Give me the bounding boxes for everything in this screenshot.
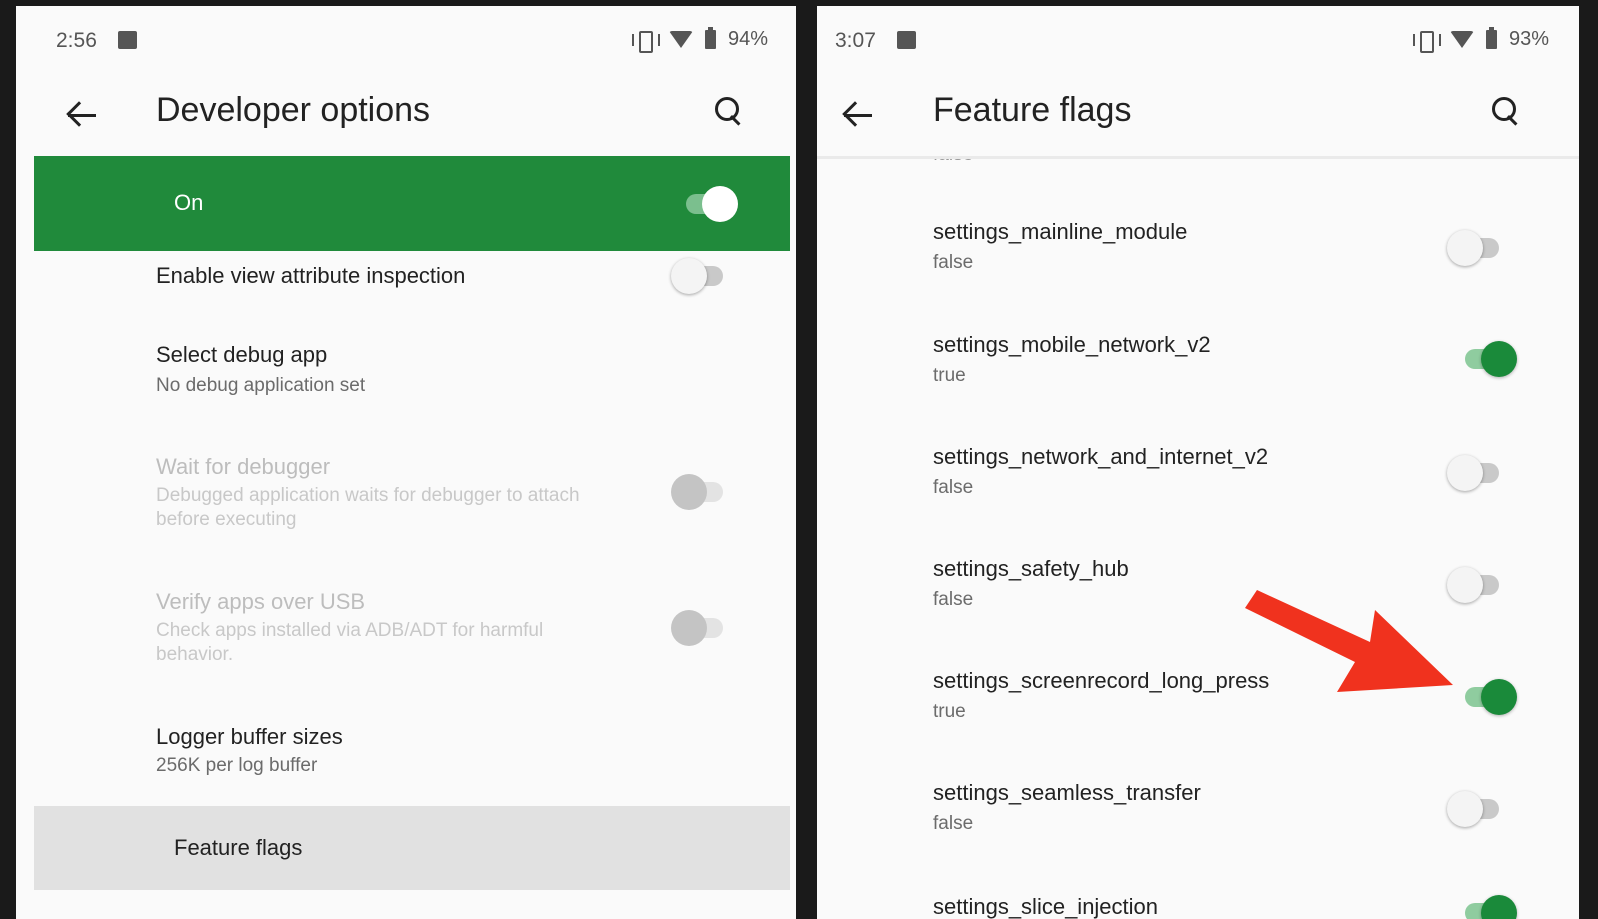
flag-toggle[interactable]	[1461, 894, 1517, 919]
status-time: 2:56	[56, 29, 97, 52]
item-title: Logger buffer sizes	[156, 724, 343, 749]
master-switch-label: On	[174, 190, 204, 215]
item-title: Enable view attribute inspection	[156, 263, 466, 288]
page-title: Feature flags	[933, 91, 1132, 129]
battery-percent: 94%	[727, 28, 768, 50]
battery-icon	[704, 27, 716, 49]
flag-value: true	[933, 701, 966, 722]
item-subtitle: No debug application set	[156, 375, 366, 396]
view-attribute-toggle[interactable]	[671, 257, 727, 294]
app-bar-divider	[817, 156, 1579, 159]
battery-percent: 93%	[1508, 28, 1549, 50]
flag-name: settings_mainline_module	[933, 219, 1188, 244]
wifi-icon	[668, 31, 693, 48]
wifi-icon	[1449, 31, 1474, 48]
wait-for-debugger-toggle	[671, 473, 727, 510]
flag-name: settings_slice_injection	[933, 894, 1159, 919]
back-arrow-icon[interactable]	[66, 100, 100, 130]
item-subtitle: Debugged application waits for debugger …	[156, 485, 580, 530]
app-bar: Developer options	[16, 76, 796, 156]
status-bar: 2:56 94%	[16, 6, 796, 76]
flag-row[interactable]: settings_slice_injection	[817, 886, 1579, 919]
status-time: 3:07	[835, 29, 876, 52]
item-title: Feature flags	[174, 835, 303, 860]
list-item[interactable]: Logger buffer sizes 256K per log buffer	[16, 716, 796, 796]
flag-value: false	[933, 589, 974, 610]
flag-toggle[interactable]	[1461, 340, 1517, 377]
flag-row[interactable]: settings_mobile_network_v2 true	[817, 324, 1579, 404]
flag-name: settings_screenrecord_long_press	[933, 668, 1270, 693]
list-item: Verify apps over USB Check apps installe…	[16, 581, 796, 691]
item-title: Select debug app	[156, 342, 328, 367]
flag-name: settings_safety_hub	[933, 556, 1129, 581]
vibrate-icon	[631, 30, 660, 53]
flag-row[interactable]: settings_seamless_transfer false	[817, 772, 1579, 852]
developer-options-master-switch[interactable]: On	[34, 156, 790, 251]
search-icon[interactable]	[1489, 94, 1523, 128]
list-item[interactable]: Enable view attribute inspection	[16, 251, 796, 321]
flag-toggle[interactable]	[1447, 790, 1503, 827]
feature-flags-item[interactable]: Feature flags	[34, 806, 790, 890]
flag-toggle[interactable]	[1461, 678, 1517, 715]
app-bar: Feature flags	[817, 76, 1579, 156]
flag-name: settings_network_and_internet_v2	[933, 444, 1269, 469]
flag-value: false	[933, 477, 974, 498]
flag-toggle[interactable]	[1447, 454, 1503, 491]
item-subtitle: 256K per log buffer	[156, 755, 318, 776]
item-title: Verify apps over USB	[156, 589, 366, 614]
flag-value: true	[933, 365, 966, 386]
list-item[interactable]: Select debug app No debug application se…	[16, 336, 796, 426]
flag-value: false	[933, 813, 974, 834]
flag-name: settings_seamless_transfer	[933, 780, 1201, 805]
flag-row[interactable]: settings_network_and_internet_v2 false	[817, 436, 1579, 516]
feature-flags-screen: 3:07 93% false Feature flags settings_ma…	[817, 6, 1579, 919]
red-pointer-arrow	[1245, 590, 1453, 692]
status-bar: 3:07 93%	[817, 6, 1579, 76]
flag-toggle[interactable]	[1447, 229, 1503, 266]
flag-row[interactable]: settings_mainline_module false	[817, 211, 1579, 291]
flag-name: settings_mobile_network_v2	[933, 332, 1211, 357]
search-icon[interactable]	[712, 94, 746, 128]
item-title: Wait for debugger	[156, 454, 331, 479]
image-icon	[118, 31, 137, 49]
flag-value: false	[933, 252, 974, 273]
battery-icon	[1485, 27, 1497, 49]
master-toggle[interactable]	[682, 185, 738, 222]
image-icon	[897, 31, 916, 49]
page-title: Developer options	[156, 91, 431, 129]
verify-apps-toggle	[671, 609, 727, 646]
back-arrow-icon[interactable]	[842, 100, 876, 130]
vibrate-icon	[1412, 30, 1441, 53]
list-item: Wait for debugger Debugged application w…	[16, 446, 796, 556]
developer-options-screen: 2:56 94% Developer options On Enable vie…	[16, 6, 796, 919]
item-subtitle: Check apps installed via ADB/ADT for har…	[156, 620, 544, 665]
